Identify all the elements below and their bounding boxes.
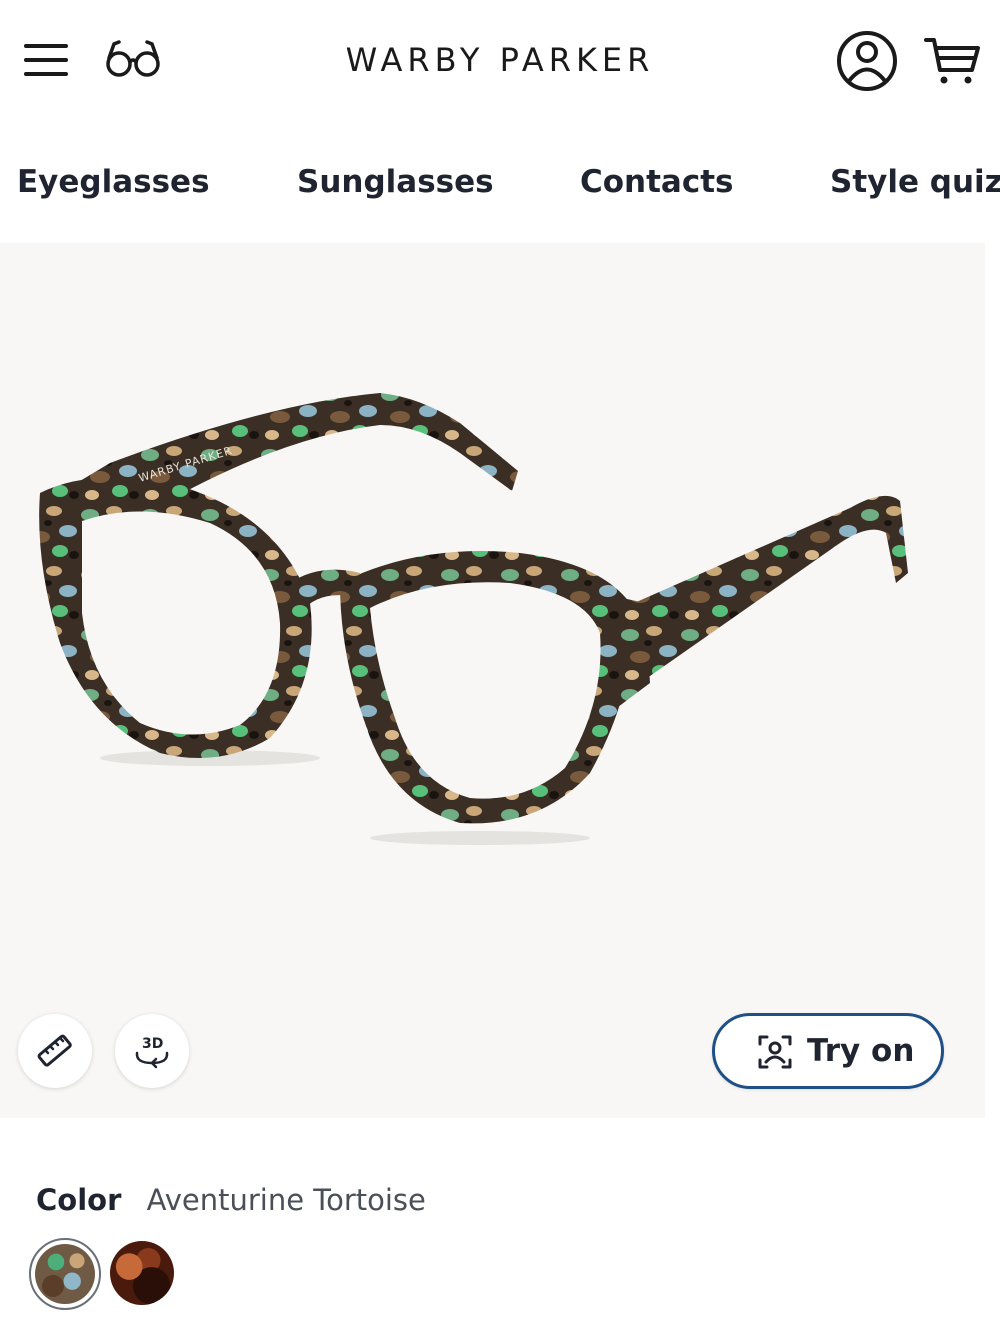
- hamburger-menu-icon[interactable]: [22, 40, 70, 80]
- nav-item-style-quiz[interactable]: Style quiz: [830, 164, 1000, 200]
- color-label: Color: [36, 1183, 122, 1217]
- brand-logo[interactable]: WARBY PARKER: [300, 40, 700, 80]
- selected-color-name: Aventurine Tortoise: [146, 1183, 426, 1217]
- try-on-button[interactable]: Try on: [712, 1013, 944, 1089]
- product-eyeglasses-image: WARBY PARKER: [20, 383, 940, 863]
- face-scan-icon: [758, 1035, 792, 1069]
- color-swatch-tortoise[interactable]: [110, 1241, 174, 1305]
- user-account-icon[interactable]: [834, 28, 900, 94]
- color-selector-row: Color Aventurine Tortoise: [36, 1183, 426, 1223]
- swatch-fill: [35, 1244, 95, 1304]
- scroll-edge: [985, 243, 1000, 1118]
- category-nav: Eyeglasses Sunglasses Contacts Style qui…: [0, 150, 1000, 220]
- rotate-3d-icon: 3D: [135, 1036, 169, 1069]
- nav-item-sunglasses[interactable]: Sunglasses: [297, 164, 494, 200]
- svg-text:3D: 3D: [142, 1036, 163, 1052]
- eyeglasses-icon[interactable]: [104, 38, 164, 80]
- nav-item-contacts[interactable]: Contacts: [580, 164, 734, 200]
- measurements-button[interactable]: [18, 1014, 92, 1088]
- view-3d-button[interactable]: 3D: [115, 1014, 189, 1088]
- nav-item-eyeglasses[interactable]: Eyeglasses: [17, 164, 210, 200]
- shopping-cart-icon[interactable]: [922, 34, 982, 88]
- top-header: WARBY PARKER: [0, 0, 1000, 120]
- swatch-fill: [110, 1241, 174, 1305]
- color-swatch-aventurine-tortoise[interactable]: [29, 1238, 101, 1310]
- ruler-icon: [37, 1034, 72, 1067]
- try-on-label: Try on: [807, 1033, 915, 1069]
- product-image-panel: WARBY PARKER 3D Try on: [0, 243, 985, 1118]
